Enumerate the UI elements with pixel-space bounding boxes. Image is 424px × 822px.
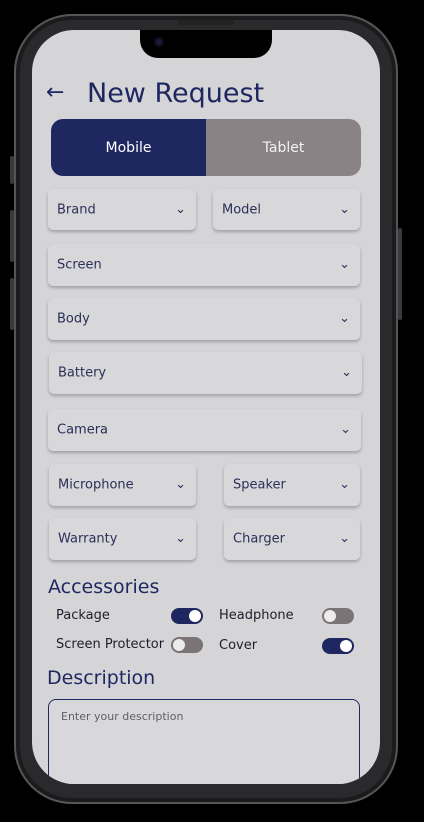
chevron-down-icon: ⌄ xyxy=(175,201,186,217)
chevron-down-icon: ⌄ xyxy=(339,201,350,217)
camera-dropdown[interactable]: Camera ⌄ xyxy=(48,409,361,451)
toggle-knob xyxy=(173,639,185,651)
microphone-label: Microphone xyxy=(58,477,134,493)
screen-protector-toggle[interactable] xyxy=(171,637,203,653)
description-input[interactable] xyxy=(59,708,353,784)
accessory-label-package: Package xyxy=(56,608,110,623)
speaker-label: Speaker xyxy=(233,477,286,493)
description-title: Description xyxy=(47,667,156,689)
warranty-label: Warranty xyxy=(58,531,118,547)
earpiece-speaker xyxy=(178,20,234,25)
model-dropdown[interactable]: Model ⌄ xyxy=(213,189,360,230)
front-camera-icon xyxy=(154,37,164,47)
volume-down-button xyxy=(10,278,14,330)
chevron-down-icon: ⌄ xyxy=(339,530,350,546)
toggle-knob xyxy=(324,610,336,622)
warranty-dropdown[interactable]: Warranty ⌄ xyxy=(49,518,196,560)
toggle-knob xyxy=(340,640,352,652)
camera-label: Camera xyxy=(57,422,109,438)
accessory-label-screen-protector: Screen Protector xyxy=(56,637,165,652)
back-arrow-icon[interactable]: ← xyxy=(46,80,64,105)
body-label: Body xyxy=(57,311,90,327)
volume-up-button xyxy=(10,210,14,262)
brand-dropdown[interactable]: Brand ⌄ xyxy=(48,189,196,230)
device-option-mobile[interactable]: Mobile xyxy=(51,119,206,176)
chevron-down-icon: ⌄ xyxy=(175,530,186,546)
package-toggle[interactable] xyxy=(171,608,203,624)
screen-label: Screen xyxy=(57,257,102,273)
cover-toggle[interactable] xyxy=(322,638,354,654)
brand-label: Brand xyxy=(57,202,96,217)
chevron-down-icon: ⌄ xyxy=(339,256,350,272)
page-title: New Request xyxy=(87,78,265,109)
charger-label: Charger xyxy=(233,531,285,547)
accessory-label-cover: Cover xyxy=(219,638,258,653)
chevron-down-icon: ⌄ xyxy=(341,364,352,380)
app-header: ← New Request xyxy=(32,74,380,114)
app-screen: ← New Request Mobile Tablet Brand ⌄ Mode… xyxy=(32,30,380,784)
screen-dropdown[interactable]: Screen ⌄ xyxy=(48,244,360,286)
chevron-down-icon: ⌄ xyxy=(339,476,350,492)
accessories-title: Accessories xyxy=(48,576,160,598)
device-option-tablet[interactable]: Tablet xyxy=(206,119,361,176)
speaker-dropdown[interactable]: Speaker ⌄ xyxy=(224,464,360,506)
headphone-toggle[interactable] xyxy=(322,608,354,624)
microphone-dropdown[interactable]: Microphone ⌄ xyxy=(49,464,196,506)
body-dropdown[interactable]: Body ⌄ xyxy=(48,298,360,340)
chevron-down-icon: ⌄ xyxy=(340,421,351,437)
charger-dropdown[interactable]: Charger ⌄ xyxy=(224,518,360,560)
device-type-toggle: Mobile Tablet xyxy=(51,119,361,176)
toggle-knob xyxy=(189,610,201,622)
power-button xyxy=(398,228,402,320)
battery-dropdown[interactable]: Battery ⌄ xyxy=(49,352,362,394)
chevron-down-icon: ⌄ xyxy=(175,476,186,492)
chevron-down-icon: ⌄ xyxy=(339,310,350,326)
phone-notch xyxy=(140,20,272,58)
accessory-label-headphone: Headphone xyxy=(219,608,294,623)
model-label: Model xyxy=(222,202,262,217)
description-field[interactable] xyxy=(48,699,360,784)
battery-label: Battery xyxy=(58,365,107,381)
mute-switch xyxy=(10,156,14,184)
